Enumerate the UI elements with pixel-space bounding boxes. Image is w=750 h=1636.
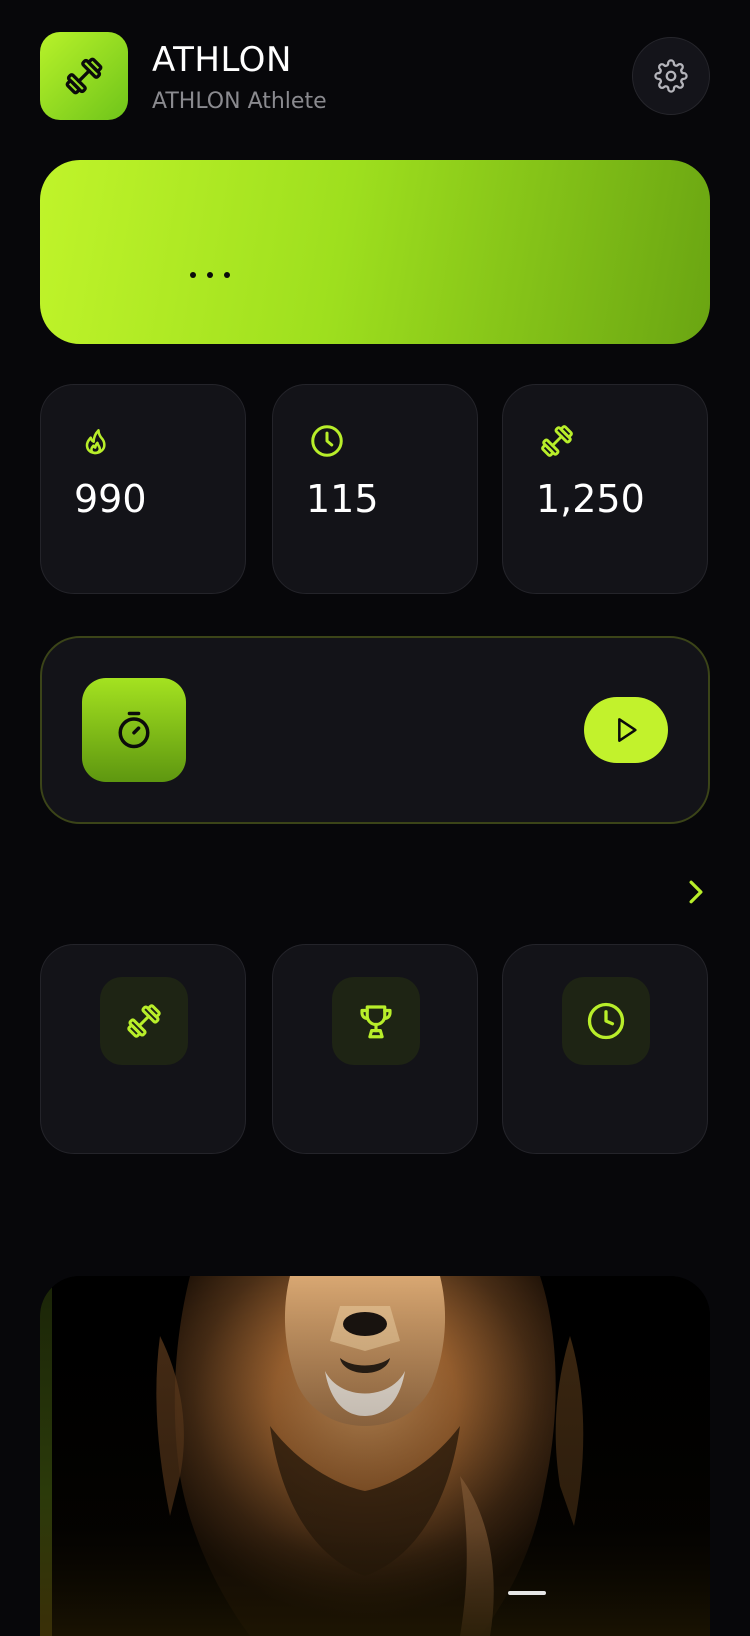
quick-action-history[interactable]: [502, 944, 708, 1154]
timer-icon-box: [82, 678, 186, 782]
stat-card-minutes[interactable]: 115: [272, 384, 478, 594]
stat-value: 990: [74, 477, 147, 521]
clock-icon: [562, 977, 650, 1065]
trophy-icon: [332, 977, 420, 1065]
flame-icon: [75, 421, 115, 461]
stat-value: 115: [306, 477, 379, 521]
app-title: ATHLON: [152, 40, 292, 80]
dumbbell-icon: [537, 421, 577, 461]
promo-accent-bar: [40, 1276, 52, 1636]
chevron-right-icon: [689, 880, 703, 904]
play-icon: [618, 718, 637, 742]
loading-ellipsis: [190, 272, 230, 278]
hero-banner[interactable]: [40, 160, 710, 344]
clock-icon: [307, 421, 347, 461]
see-all-chevron[interactable]: [684, 878, 708, 906]
app-logo: [40, 32, 128, 120]
dumbbell-icon: [65, 57, 103, 95]
stat-card-weight[interactable]: 1,250: [502, 384, 708, 594]
quick-action-achievements[interactable]: [272, 944, 478, 1154]
play-button[interactable]: [584, 697, 668, 763]
lion-photo: [40, 1276, 710, 1636]
header: ATHLON ATHLON Athlete: [40, 32, 710, 120]
stat-value: 1,250: [536, 477, 645, 521]
dumbbell-icon: [100, 977, 188, 1065]
settings-button[interactable]: [632, 37, 710, 115]
gear-icon: [654, 59, 688, 93]
stat-card-calories[interactable]: 990: [40, 384, 246, 594]
app-subtitle: ATHLON Athlete: [152, 89, 327, 114]
workout-card[interactable]: [40, 636, 710, 824]
quick-action-workouts[interactable]: [40, 944, 246, 1154]
stopwatch-icon: [118, 711, 150, 749]
promo-image-card[interactable]: [40, 1276, 710, 1636]
page-indicator: [508, 1591, 546, 1595]
